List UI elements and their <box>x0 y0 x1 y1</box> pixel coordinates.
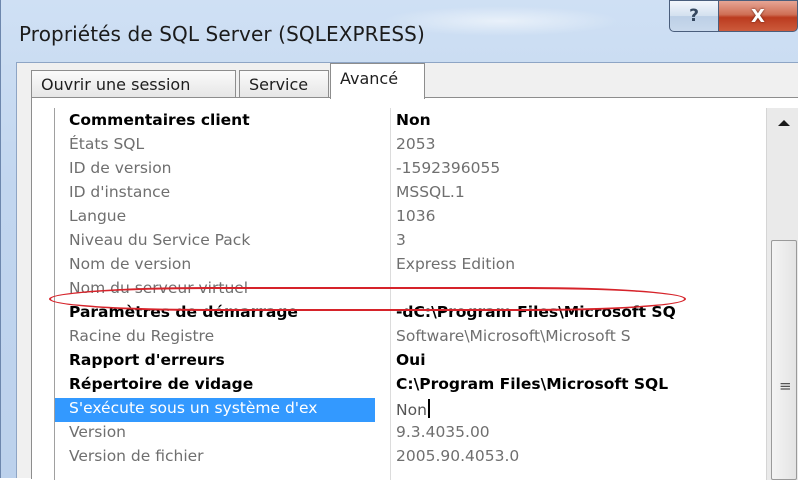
scroll-thumb[interactable]: ≡ <box>771 240 797 480</box>
properties-window: Propriétés de SQL Server (SQLEXPRESS) ? … <box>0 0 798 480</box>
property-name: Commentaires client <box>69 111 250 129</box>
property-row[interactable]: ID de version -1592396055 <box>55 158 767 182</box>
property-value: Non <box>396 401 427 419</box>
property-name: ID de version <box>69 159 172 177</box>
property-value: C:\Program Files\Microsoft SQL <box>396 375 669 393</box>
property-name: ID d'instance <box>69 183 171 201</box>
property-value: Oui <box>396 351 426 369</box>
property-name: Répertoire de vidage <box>69 375 254 393</box>
text-caret <box>427 399 430 418</box>
property-row[interactable]: États SQL 2053 <box>55 134 767 158</box>
property-name: Version <box>69 423 126 441</box>
close-icon: X <box>751 5 765 27</box>
property-value: 3 <box>396 231 406 249</box>
property-name: S'exécute sous un système d'ex <box>55 398 375 422</box>
close-button[interactable]: X <box>718 0 798 32</box>
property-name: Racine du Registre <box>69 327 215 345</box>
property-row-selected[interactable]: S'exécute sous un système d'ex Non <box>55 398 767 422</box>
help-button[interactable]: ? <box>669 0 719 32</box>
property-row[interactable]: Niveau du Service Pack 3 <box>55 230 767 254</box>
property-name: États SQL <box>69 135 145 153</box>
arrow-up-icon <box>778 120 790 126</box>
vertical-scrollbar[interactable]: ≡ <box>766 108 798 480</box>
grip-icon: ≡ <box>779 377 792 395</box>
property-name: Langue <box>69 207 127 225</box>
property-value: Express Edition <box>396 255 516 273</box>
property-row[interactable]: Répertoire de vidage C:\Program Files\Mi… <box>55 374 767 398</box>
help-icon: ? <box>689 6 699 26</box>
property-row[interactable]: Rapport d'erreurs Oui <box>55 350 767 374</box>
tab-avance[interactable]: Avancé <box>330 63 425 99</box>
property-row[interactable]: Commentaires client Non <box>55 110 767 134</box>
property-value: 1036 <box>396 207 436 225</box>
property-row[interactable]: Nom du serveur virtuel <box>55 278 767 302</box>
property-name: Nom du serveur virtuel <box>69 279 249 297</box>
property-name: Version de fichier <box>69 447 204 465</box>
property-name: Nom de version <box>69 255 192 273</box>
window-title: Propriétés de SQL Server (SQLEXPRESS) <box>19 22 425 46</box>
property-row[interactable]: Version de fichier 2005.90.4053.0 <box>55 446 767 470</box>
tab-service[interactable]: Service <box>239 70 329 98</box>
property-name: Rapport d'erreurs <box>69 351 225 369</box>
property-row[interactable]: Langue 1036 <box>55 206 767 230</box>
property-value: -dC:\Program Files\Microsoft SQ <box>396 303 676 321</box>
property-row[interactable]: ID d'instance MSSQL.1 <box>55 182 767 206</box>
property-value-editor[interactable]: Non <box>396 399 766 419</box>
property-value: 2005.90.4053.0 <box>396 447 520 465</box>
property-row[interactable]: Version 9.3.4035.00 <box>55 422 767 446</box>
property-value: MSSQL.1 <box>396 183 465 201</box>
property-row[interactable]: Paramètres de démarrage -dC:\Program Fil… <box>55 302 767 326</box>
property-value: Non <box>396 111 431 129</box>
property-value: -1592396055 <box>396 159 501 177</box>
tab-ouvrir-une-session[interactable]: Ouvrir une session <box>31 70 236 98</box>
title-bar[interactable]: Propriétés de SQL Server (SQLEXPRESS) ? … <box>1 0 798 62</box>
property-value: Software\Microsoft\Microsoft S <box>396 327 631 345</box>
property-value: 9.3.4035.00 <box>396 423 490 441</box>
dialog-client-area: Ouvrir une session Service Avancé Commen… <box>16 62 798 480</box>
property-row[interactable]: Nom de version Express Edition <box>55 254 767 278</box>
advanced-tab-panel: Commentaires client Non États SQL 2053 I… <box>31 97 798 480</box>
property-value: 2053 <box>396 135 436 153</box>
property-name: Niveau du Service Pack <box>69 231 251 249</box>
property-grid[interactable]: Commentaires client Non États SQL 2053 I… <box>54 108 767 480</box>
property-name: Paramètres de démarrage <box>69 303 298 321</box>
property-row[interactable]: Racine du Registre Software\Microsoft\Mi… <box>55 326 767 350</box>
scroll-up-button[interactable] <box>767 108 798 138</box>
